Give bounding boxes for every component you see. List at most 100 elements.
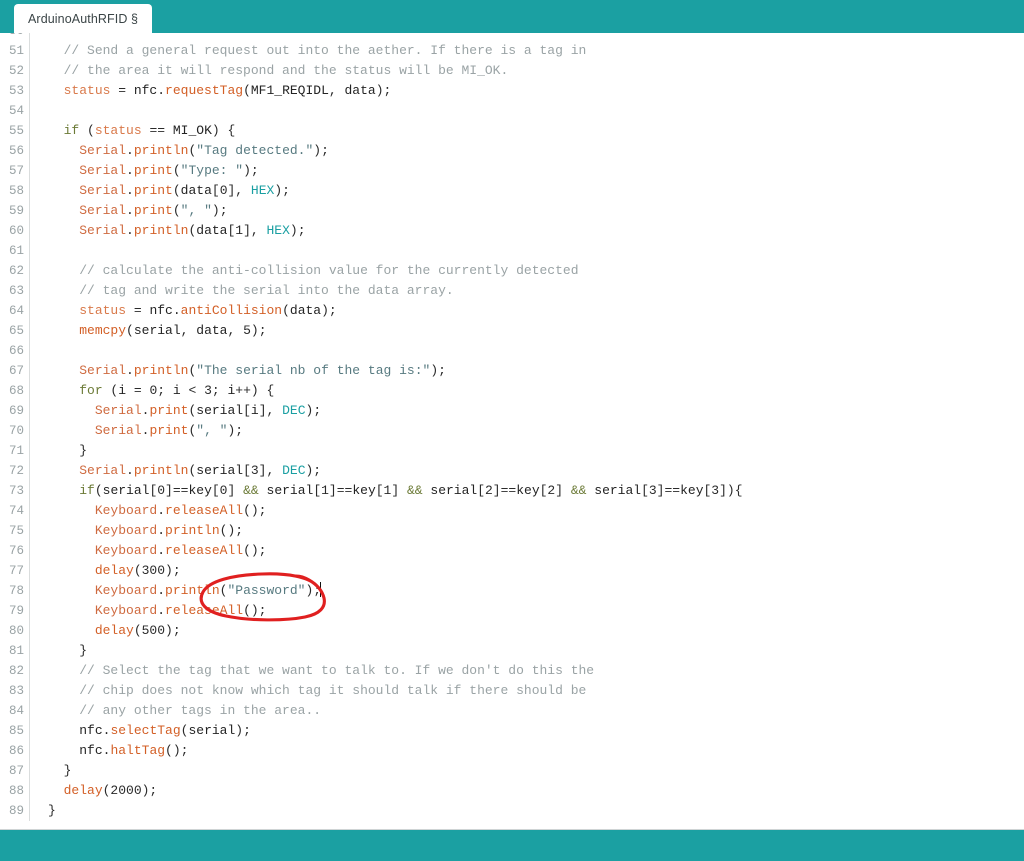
line-number: 56 [0, 141, 30, 161]
code-line[interactable]: 65 memcpy(serial, data, 5); [0, 321, 1024, 341]
code-line[interactable]: 86 nfc.haltTag(); [0, 741, 1024, 761]
code-text[interactable]: delay(2000); [30, 781, 1024, 801]
line-number: 83 [0, 681, 30, 701]
code-text[interactable]: } [30, 801, 1024, 821]
code-text[interactable]: Serial.print(", "); [30, 201, 1024, 221]
code-line[interactable]: 66 [0, 341, 1024, 361]
code-text[interactable]: for (i = 0; i < 3; i++) { [30, 381, 1024, 401]
line-number: 79 [0, 601, 30, 621]
text-cursor [320, 582, 322, 597]
code-line[interactable]: 72 Serial.println(serial[3], DEC); [0, 461, 1024, 481]
code-text[interactable]: // the area it will respond and the stat… [30, 61, 1024, 81]
code-text[interactable]: status = nfc.requestTag(MF1_REQIDL, data… [30, 81, 1024, 101]
code-text[interactable]: Keyboard.releaseAll(); [30, 541, 1024, 561]
code-text[interactable] [30, 341, 1024, 361]
code-text[interactable]: memcpy(serial, data, 5); [30, 321, 1024, 341]
code-text[interactable]: Serial.print(", "); [30, 421, 1024, 441]
code-line[interactable]: 58 Serial.print(data[0], HEX); [0, 181, 1024, 201]
code-text[interactable]: delay(300); [30, 561, 1024, 581]
line-number: 81 [0, 641, 30, 661]
code-line[interactable]: 89} [0, 801, 1024, 821]
code-text[interactable]: nfc.haltTag(); [30, 741, 1024, 761]
line-number: 66 [0, 341, 30, 361]
code-text[interactable] [30, 33, 1024, 41]
code-text[interactable]: } [30, 761, 1024, 781]
line-number: 72 [0, 461, 30, 481]
code-line[interactable]: 88 delay(2000); [0, 781, 1024, 801]
code-line[interactable]: 81 } [0, 641, 1024, 661]
code-line[interactable]: 74 Keyboard.releaseAll(); [0, 501, 1024, 521]
code-line[interactable]: 55 if (status == MI_OK) { [0, 121, 1024, 141]
code-text[interactable]: if(serial[0]==key[0] && serial[1]==key[1… [30, 481, 1024, 501]
code-line[interactable]: 70 Serial.print(", "); [0, 421, 1024, 441]
code-line[interactable]: 78 Keyboard.println("Password"); [0, 581, 1024, 601]
code-text[interactable]: Keyboard.println(); [30, 521, 1024, 541]
code-line[interactable]: 53 status = nfc.requestTag(MF1_REQIDL, d… [0, 81, 1024, 101]
code-line[interactable]: 67 Serial.println("The serial nb of the … [0, 361, 1024, 381]
line-number: 78 [0, 581, 30, 601]
code-line[interactable]: 59 Serial.print(", "); [0, 201, 1024, 221]
line-number: 55 [0, 121, 30, 141]
code-line[interactable]: 50 [0, 33, 1024, 41]
code-line[interactable]: 69 Serial.print(serial[i], DEC); [0, 401, 1024, 421]
code-line[interactable]: 73 if(serial[0]==key[0] && serial[1]==ke… [0, 481, 1024, 501]
code-text[interactable]: Serial.println("Tag detected."); [30, 141, 1024, 161]
code-text[interactable]: // Send a general request out into the a… [30, 41, 1024, 61]
code-text[interactable]: // Select the tag that we want to talk t… [30, 661, 1024, 681]
line-number: 58 [0, 181, 30, 201]
code-editor[interactable]: 5051 // Send a general request out into … [0, 33, 1024, 830]
code-line[interactable]: 77 delay(300); [0, 561, 1024, 581]
code-text[interactable]: // calculate the anti-collision value fo… [30, 261, 1024, 281]
code-text[interactable]: nfc.selectTag(serial); [30, 721, 1024, 741]
code-line[interactable]: 63 // tag and write the serial into the … [0, 281, 1024, 301]
line-number: 89 [0, 801, 30, 821]
code-text[interactable]: Keyboard.releaseAll(); [30, 601, 1024, 621]
code-line[interactable]: 56 Serial.println("Tag detected."); [0, 141, 1024, 161]
code-line[interactable]: 57 Serial.print("Type: "); [0, 161, 1024, 181]
code-text[interactable]: Serial.print("Type: "); [30, 161, 1024, 181]
code-line[interactable]: 62 // calculate the anti-collision value… [0, 261, 1024, 281]
code-text[interactable]: } [30, 441, 1024, 461]
sketch-tab-bar: ArduinoAuthRFID § [0, 0, 1024, 33]
code-line[interactable]: 84 // any other tags in the area.. [0, 701, 1024, 721]
code-line[interactable]: 87 } [0, 761, 1024, 781]
code-text[interactable]: status = nfc.antiCollision(data); [30, 301, 1024, 321]
code-line[interactable]: 61 [0, 241, 1024, 261]
code-line[interactable]: 51 // Send a general request out into th… [0, 41, 1024, 61]
sketch-tab-arduinoauthrfid[interactable]: ArduinoAuthRFID § [14, 4, 153, 33]
code-text[interactable]: Keyboard.println("Password"); [30, 581, 1024, 601]
code-text[interactable]: Serial.println("The serial nb of the tag… [30, 361, 1024, 381]
code-text[interactable]: Serial.print(serial[i], DEC); [30, 401, 1024, 421]
code-line[interactable]: 85 nfc.selectTag(serial); [0, 721, 1024, 741]
code-text[interactable]: if (status == MI_OK) { [30, 121, 1024, 141]
code-text[interactable]: Serial.println(serial[3], DEC); [30, 461, 1024, 481]
code-line[interactable]: 71 } [0, 441, 1024, 461]
code-text[interactable]: } [30, 641, 1024, 661]
code-line[interactable]: 79 Keyboard.releaseAll(); [0, 601, 1024, 621]
line-number: 63 [0, 281, 30, 301]
line-number: 68 [0, 381, 30, 401]
code-line[interactable]: 54 [0, 101, 1024, 121]
code-text[interactable]: delay(500); [30, 621, 1024, 641]
line-number: 82 [0, 661, 30, 681]
line-number: 54 [0, 101, 30, 121]
code-text[interactable]: Keyboard.releaseAll(); [30, 501, 1024, 521]
code-line[interactable]: 60 Serial.println(data[1], HEX); [0, 221, 1024, 241]
code-line[interactable]: 52 // the area it will respond and the s… [0, 61, 1024, 81]
code-line[interactable]: 82 // Select the tag that we want to tal… [0, 661, 1024, 681]
code-text[interactable] [30, 101, 1024, 121]
code-line[interactable]: 64 status = nfc.antiCollision(data); [0, 301, 1024, 321]
code-text[interactable]: // any other tags in the area.. [30, 701, 1024, 721]
code-line[interactable]: 76 Keyboard.releaseAll(); [0, 541, 1024, 561]
code-text[interactable]: // tag and write the serial into the dat… [30, 281, 1024, 301]
line-number: 52 [0, 61, 30, 81]
code-text[interactable]: Serial.print(data[0], HEX); [30, 181, 1024, 201]
code-line[interactable]: 83 // chip does not know which tag it sh… [0, 681, 1024, 701]
code-text[interactable] [30, 241, 1024, 261]
code-line[interactable]: 75 Keyboard.println(); [0, 521, 1024, 541]
line-number: 88 [0, 781, 30, 801]
code-line[interactable]: 80 delay(500); [0, 621, 1024, 641]
code-text[interactable]: // chip does not know which tag it shoul… [30, 681, 1024, 701]
code-line[interactable]: 68 for (i = 0; i < 3; i++) { [0, 381, 1024, 401]
code-text[interactable]: Serial.println(data[1], HEX); [30, 221, 1024, 241]
